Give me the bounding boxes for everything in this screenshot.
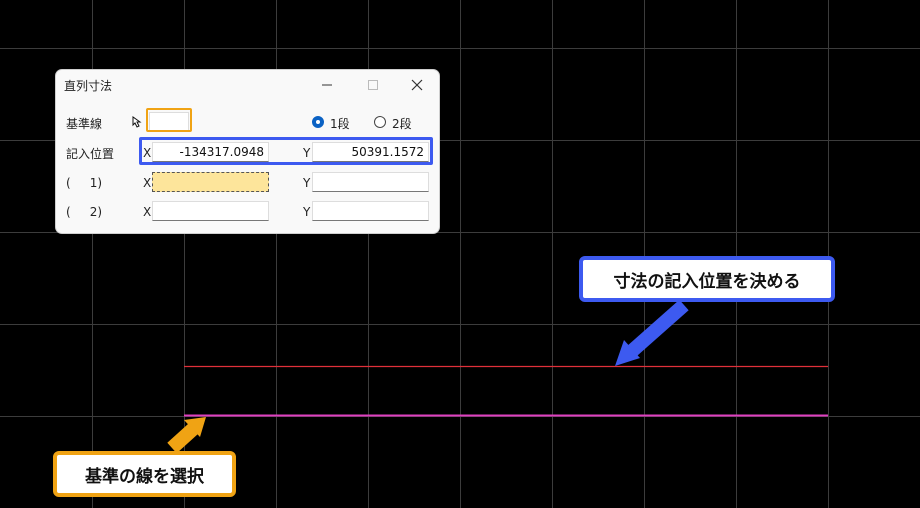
row-1-x-label: X	[143, 176, 152, 190]
radio-1-dan[interactable]	[312, 116, 324, 128]
close-button[interactable]	[394, 70, 440, 100]
pick-pointer-icon[interactable]	[130, 115, 144, 129]
row-1-y-field[interactable]	[312, 172, 429, 192]
base-line-highlight	[146, 108, 192, 132]
orange-arrow	[167, 417, 206, 454]
title-bar[interactable]: 直列寸法	[56, 70, 439, 100]
minimize-button[interactable]	[304, 70, 350, 100]
entry-position-highlight	[139, 137, 433, 165]
row-2-y-field[interactable]	[312, 201, 429, 221]
maximize-icon	[368, 80, 378, 90]
radio-2-dan[interactable]	[374, 116, 386, 128]
row-1-y-label: Y	[303, 176, 311, 190]
select-base-callout: 基準の線を選択	[53, 451, 236, 497]
entry-position-callout: 寸法の記入位置を決める	[579, 256, 835, 302]
row-1-x-field[interactable]	[152, 172, 269, 192]
radio-1-dan-label: 1段	[330, 117, 350, 131]
row-1-label: ( 1)	[66, 176, 103, 190]
minimize-icon	[322, 84, 332, 86]
maximize-button[interactable]	[350, 70, 396, 100]
entry-position-label: 記入位置	[66, 147, 115, 161]
dialog-title: 直列寸法	[64, 79, 113, 93]
radio-2-dan-label: 2段	[392, 117, 412, 131]
row-2-x-label: X	[143, 205, 152, 219]
blue-arrow	[615, 299, 689, 366]
row-2-label: ( 2)	[66, 205, 103, 219]
base-line-label: 基準線	[66, 117, 103, 131]
row-2-y-label: Y	[303, 205, 311, 219]
close-icon	[411, 79, 423, 91]
row-2-x-field[interactable]	[152, 201, 269, 221]
